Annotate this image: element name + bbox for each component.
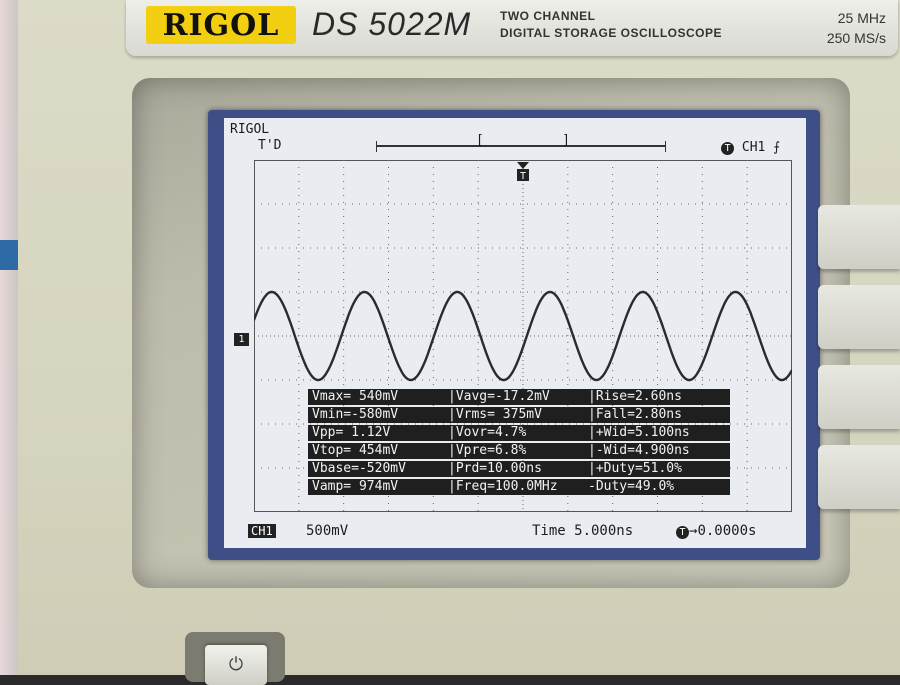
- measurement-value: |Vrms= 375mV: [448, 407, 542, 422]
- trigger-position-readout: T →0.0000s: [676, 520, 756, 542]
- description-line-2: DIGITAL STORAGE OSCILLOSCOPE: [500, 26, 723, 40]
- acquisition-status: T'D: [258, 138, 282, 153]
- channel-1-tag: CH1: [248, 524, 276, 538]
- menu-softkey-3[interactable]: [818, 365, 900, 429]
- screen-brand: RIGOL: [230, 122, 270, 137]
- measurement-row: Vtop= 454mV |Vpre=6.8% |-Wid=4.900ns: [308, 443, 730, 459]
- trigger-position-value: 0.0000s: [697, 523, 757, 539]
- timebase-readout: Time 5.000ns: [532, 523, 634, 539]
- measurement-row: Vmax= 540mV |Vavg=-17.2mV |Rise=2.60ns: [308, 389, 730, 405]
- measurement-value: |Fall=2.80ns: [588, 407, 682, 422]
- memory-window-indicator: [ ]: [476, 133, 570, 148]
- power-icon: ⏻: [228, 654, 244, 675]
- brand-logo: RIGOL: [146, 6, 296, 44]
- trigger-icon-small: T: [676, 526, 689, 539]
- measurement-value: |+Wid=5.100ns: [588, 425, 690, 440]
- measurement-value: Vamp= 974mV: [312, 479, 399, 494]
- device-description: TWO CHANNEL DIGITAL STORAGE OSCILLOSCOPE: [500, 8, 722, 42]
- measurement-value: |Vpre=6.8%: [448, 443, 527, 458]
- measurement-value: |Rise=2.60ns: [588, 389, 682, 404]
- bandwidth-label: 25 MHz: [837, 10, 886, 26]
- rising-edge-icon: ⨍: [773, 140, 780, 155]
- svg-text:T: T: [520, 171, 526, 182]
- measurement-row: Vamp= 974mV |Freq=100.0MHz -Duty=49.0%: [308, 479, 730, 495]
- channel-1-marker[interactable]: 1: [234, 333, 249, 346]
- menu-softkey-4[interactable]: [818, 445, 900, 509]
- volts-per-division: 500mV: [306, 523, 349, 539]
- measurement-panel: Vmax= 540mV |Vavg=-17.2mV |Rise=2.60ns Vmin…: [308, 389, 730, 497]
- measurement-row: Vmin=-580mV |Vrms= 375mV |Fall=2.80ns: [308, 407, 730, 423]
- measurement-value: |Prd=10.00ns: [448, 461, 542, 476]
- measurement-value: Vmax= 540mV: [312, 389, 399, 404]
- description-line-1: TWO CHANNEL: [500, 9, 596, 23]
- status-bar: CH1 500mV Time 5.000ns T →0.0000s: [224, 520, 806, 542]
- measurement-value: |Vovr=4.7%: [448, 425, 527, 440]
- trigger-info: T CH1 ⨍: [721, 140, 780, 155]
- measurement-row: Vbase=-520mV |Prd=10.00ns |+Duty=51.0%: [308, 461, 730, 477]
- measurement-value: |-Wid=4.900ns: [588, 443, 690, 458]
- measurement-value: Vmin=-580mV: [312, 407, 399, 422]
- model-name: DS 5022M: [312, 6, 472, 42]
- measurement-value: |Freq=100.0MHz: [448, 479, 558, 494]
- trigger-position-marker: T: [517, 162, 529, 182]
- oscilloscope-display: RIGOL T'D [ ] T CH1 ⨍ T 1 Vmax= 540mV |Va…: [224, 118, 806, 548]
- measurement-value: Vpp= 1.12V: [312, 425, 391, 440]
- device-specs: 25 MHz 250 MS/s: [827, 8, 886, 48]
- measurement-row: Vpp= 1.12V |Vovr=4.7% |+Wid=5.100ns: [308, 425, 730, 441]
- measurement-value: Vtop= 454mV: [312, 443, 399, 458]
- measurement-value: |Vavg=-17.2mV: [448, 389, 550, 404]
- measurement-value: -Duty=49.0%: [588, 479, 675, 494]
- menu-softkey-2[interactable]: [818, 285, 900, 349]
- sample-rate-label: 250 MS/s: [826, 30, 886, 46]
- trigger-source: CH1: [741, 140, 766, 155]
- trigger-icon: T: [721, 142, 735, 155]
- power-button[interactable]: ⏻: [205, 645, 267, 685]
- measurement-value: |+Duty=51.0%: [588, 461, 682, 476]
- measurement-value: Vbase=-520mV: [312, 461, 406, 476]
- menu-softkey-1[interactable]: [818, 205, 900, 269]
